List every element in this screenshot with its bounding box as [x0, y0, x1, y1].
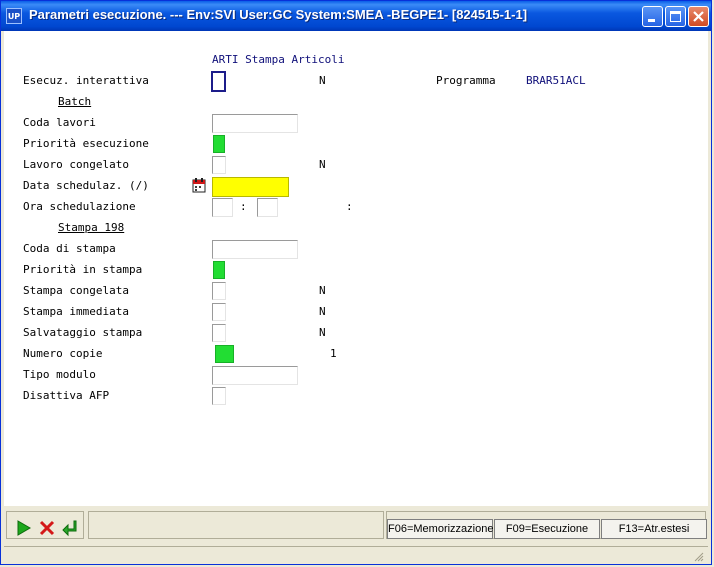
x-icon[interactable] [38, 519, 56, 537]
status-bar [4, 546, 708, 565]
ora-trailing-colon: : [346, 200, 353, 213]
minimize-button[interactable] [642, 6, 663, 27]
salvataggio-stampa-input[interactable] [212, 324, 226, 342]
tipo-modulo-label: Tipo modulo [23, 368, 96, 381]
programma-label: Programma [436, 74, 496, 87]
stampa-congelata-value: N [319, 284, 326, 297]
coda-lavori-label: Coda lavori [23, 116, 96, 129]
batch-section-title: Batch [58, 95, 92, 108]
programma-value: BRAR51ACL [526, 74, 586, 87]
disattiva-afp-label: Disattiva AFP [23, 389, 110, 402]
close-button[interactable] [688, 6, 709, 27]
action-bar: F06=Memorizzazione F09=Esecuzione F13=At… [4, 509, 708, 543]
priorita-esecuzione-input[interactable] [213, 135, 225, 153]
close-icon [693, 11, 704, 22]
form-heading: ARTI Stampa Articoli [212, 53, 345, 66]
numero-copie-label: Numero copie [23, 347, 103, 360]
numero-copie-value: 1 [330, 347, 337, 360]
f13-atr-estesi-button[interactable]: F13=Atr.estesi [601, 519, 707, 539]
disattiva-afp-input[interactable] [212, 387, 226, 405]
stampa-immediata-label: Stampa immediata [23, 305, 129, 318]
data-schedulaz-label: Data schedulaz. (/) [23, 179, 149, 192]
data-schedulaz-input[interactable] [212, 177, 289, 197]
esecuz-interattiva-value: N [319, 74, 326, 87]
maximize-button[interactable] [665, 6, 686, 27]
stampa-section-title: Stampa 198 [58, 221, 125, 234]
esecuz-interattiva-label: Esecuz. interattiva [23, 74, 149, 87]
salvataggio-stampa-label: Salvataggio stampa [23, 326, 143, 339]
stampa-congelata-label: Stampa congelata [23, 284, 129, 297]
stampa-immediata-input[interactable] [212, 303, 226, 321]
return-arrow-icon[interactable] [61, 519, 79, 537]
tipo-modulo-input[interactable] [212, 366, 298, 385]
priorita-in-stampa-input[interactable] [213, 261, 225, 279]
ora-schedulazione-label: Ora schedulazione [23, 200, 136, 213]
lavoro-congelato-input[interactable] [212, 156, 226, 174]
ora-minute-input[interactable] [257, 198, 278, 217]
esecuz-interattiva-input[interactable] [211, 71, 226, 92]
coda-lavori-input[interactable] [212, 114, 298, 133]
app-icon: UP [6, 8, 22, 24]
lavoro-congelato-value: N [319, 158, 326, 171]
calendar-icon[interactable] [192, 177, 207, 193]
minimize-icon [648, 19, 655, 22]
play-icon[interactable] [15, 519, 33, 537]
window-title: Parametri esecuzione. --- Env:SVI User:G… [29, 7, 528, 22]
stampa-immediata-value: N [319, 305, 326, 318]
function-keys-panel: F06=Memorizzazione F09=Esecuzione F13=At… [386, 511, 707, 539]
numero-copie-input[interactable] [215, 345, 234, 363]
salvataggio-stampa-value: N [319, 326, 326, 339]
f09-esecuzione-button[interactable]: F09=Esecuzione [494, 519, 600, 539]
stampa-congelata-input[interactable] [212, 282, 226, 300]
lavoro-congelato-label: Lavoro congelato [23, 158, 129, 171]
title-bar[interactable]: UP Parametri esecuzione. --- Env:SVI Use… [1, 1, 711, 31]
priorita-esecuzione-label: Priorità esecuzione [23, 137, 149, 150]
f06-memorizzazione-button[interactable]: F06=Memorizzazione [387, 519, 493, 539]
form-area: ARTI Stampa Articoli Esecuz. interattiva… [4, 31, 708, 506]
resize-grip-icon[interactable] [694, 552, 704, 562]
ora-hour-input[interactable] [212, 198, 233, 217]
coda-di-stampa-input[interactable] [212, 240, 298, 259]
message-panel [88, 511, 384, 539]
priorita-in-stampa-label: Priorità in stampa [23, 263, 143, 276]
action-icons-panel [6, 511, 84, 539]
ora-separator: : [240, 200, 247, 213]
window: UP Parametri esecuzione. --- Env:SVI Use… [0, 0, 712, 565]
coda-di-stampa-label: Coda di stampa [23, 242, 116, 255]
maximize-icon [670, 11, 681, 22]
